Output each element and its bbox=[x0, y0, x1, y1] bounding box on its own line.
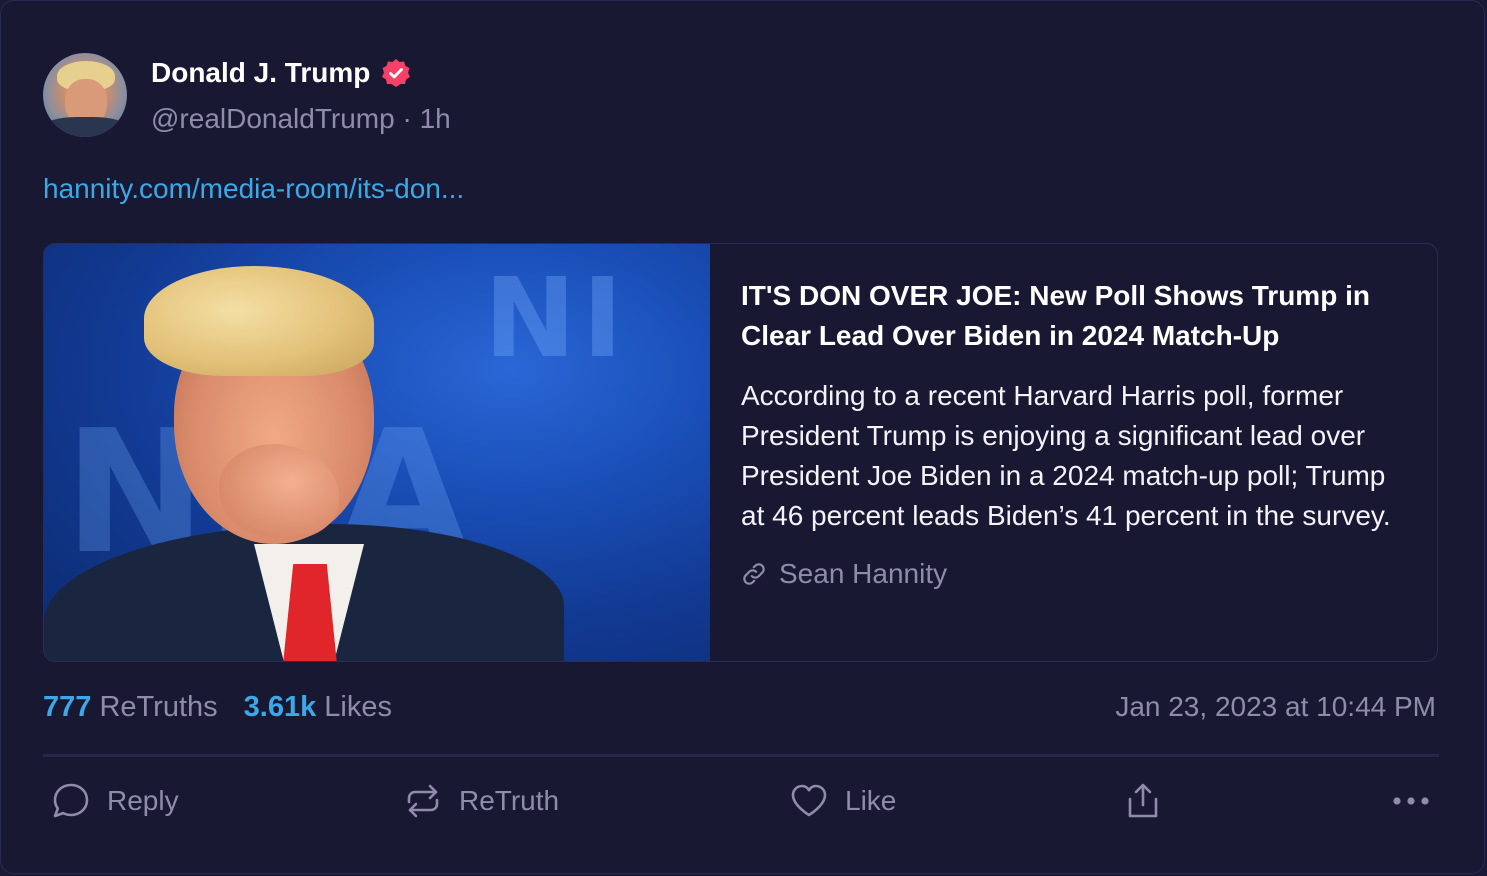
separator-dot: · bbox=[402, 103, 420, 134]
post-age: 1h bbox=[419, 103, 451, 134]
author-handle-row: @realDonaldTrump · 1h bbox=[151, 103, 451, 135]
likes-count: 3.61k bbox=[243, 691, 317, 723]
more-options-button[interactable] bbox=[1389, 781, 1433, 821]
share-button[interactable] bbox=[1123, 781, 1163, 821]
repost-arrows-icon bbox=[407, 784, 439, 818]
verified-badge-icon bbox=[382, 59, 411, 87]
likes-stat[interactable]: 3.61k Likes bbox=[244, 691, 392, 724]
link-preview-source: Sean Hannity bbox=[741, 558, 1401, 590]
like-label: Like bbox=[845, 785, 897, 816]
share-upload-icon bbox=[1128, 783, 1158, 818]
link-preview-title: IT'S DON OVER JOE: New Poll Shows Trump … bbox=[741, 280, 1370, 351]
retruths-count: 777 bbox=[43, 691, 92, 723]
reply-button[interactable]: Reply bbox=[51, 781, 179, 821]
avatar[interactable] bbox=[43, 53, 127, 137]
link-icon bbox=[743, 563, 765, 585]
divider bbox=[43, 754, 1439, 757]
post-card: Donald J. Trump @realDonaldTrump · 1h ha… bbox=[0, 0, 1485, 874]
link-preview-description: According to a recent Harvard Harris pol… bbox=[741, 380, 1391, 531]
likes-label: Likes bbox=[324, 691, 392, 723]
author-name-row: Donald J. Trump bbox=[151, 57, 412, 89]
ellipsis-icon bbox=[1393, 797, 1429, 805]
author-display-name[interactable]: Donald J. Trump bbox=[151, 57, 370, 89]
retruths-label: ReTruths bbox=[99, 691, 218, 723]
post-link[interactable]: hannity.com/media-room/its-don... bbox=[43, 173, 464, 205]
retruths-stat[interactable]: 777 ReTruths bbox=[43, 691, 218, 724]
link-preview-image: NI NRA bbox=[44, 244, 710, 661]
post-stats: 777 ReTruths 3.61k Likes bbox=[43, 691, 392, 724]
link-preview-text: IT'S DON OVER JOE: New Poll Shows Trump … bbox=[741, 276, 1401, 590]
link-preview-source-name: Sean Hannity bbox=[779, 558, 948, 589]
post-timestamp: Jan 23, 2023 at 10:44 PM bbox=[1115, 691, 1436, 722]
heart-icon bbox=[791, 784, 827, 817]
retruth-label: ReTruth bbox=[459, 785, 560, 816]
retruth-button[interactable]: ReTruth bbox=[403, 781, 559, 821]
link-preview-card[interactable]: NI NRA IT'S DON OVER JOE: New Poll Shows… bbox=[43, 243, 1438, 662]
author-handle[interactable]: @realDonaldTrump bbox=[151, 103, 395, 134]
speech-bubble-icon bbox=[53, 783, 89, 818]
reply-label: Reply bbox=[107, 785, 179, 816]
like-button[interactable]: Like bbox=[789, 781, 896, 821]
